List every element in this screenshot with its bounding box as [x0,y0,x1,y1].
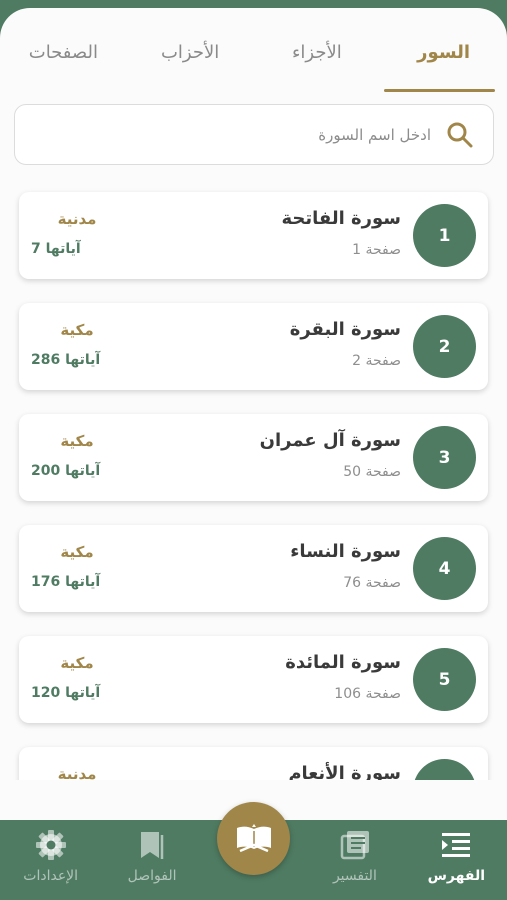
tab-bar: السور الأجزاء الأحزاب الصفحات [0,8,507,94]
nav-index[interactable]: الفهرس [406,820,507,900]
search-box [14,104,494,165]
surah-name: سورة آل عمران [259,430,401,451]
surah-page: صفحة 106 [334,686,401,702]
tab-surahs[interactable]: السور [380,8,507,94]
surah-ayat-count: آياتها 200 [31,463,101,479]
surah-revelation-type: مكية [60,321,94,339]
surah-revelation-type: مدنية [57,210,97,228]
nav-index-label: الفهرس [427,868,485,884]
surah-ayat-count: آياتها 286 [31,352,101,368]
surah-number-badge: 2 [413,315,476,378]
tafsir-icon [340,831,369,860]
index-icon [442,833,471,857]
surah-revelation-type: مكية [60,432,94,450]
nav-tafsir[interactable]: التفسير [304,820,405,900]
surah-number-badge: 5 [413,648,476,711]
tab-juz[interactable]: الأجزاء [254,8,381,94]
surah-name: سورة النساء [290,541,401,562]
surah-number-badge: 6 [413,759,476,780]
quran-reader-button[interactable] [217,802,290,875]
surah-card[interactable]: 6 سورة الأنعام مدنية [19,747,488,780]
bookmark-icon [141,832,164,859]
surah-page: صفحة 50 [343,464,401,480]
settings-icon [35,830,66,860]
surah-card[interactable]: 3 سورة آل عمران صفحة 50 مكية آياتها 200 [19,414,488,501]
nav-settings-label: الإعدادات [23,868,79,884]
surah-number-badge: 3 [413,426,476,489]
surah-card[interactable]: 2 سورة البقرة صفحة 2 مكية آياتها 286 [19,303,488,390]
surah-ayat-count: آياتها 7 [31,241,81,257]
nav-settings[interactable]: الإعدادات [0,820,101,900]
surah-name: سورة البقرة [289,319,401,340]
quran-icon [236,823,271,852]
tab-pages[interactable]: الصفحات [0,8,127,94]
main-sheet: السور الأجزاء الأحزاب الصفحات 1 سورة الف… [0,8,507,820]
surah-ayat-count: آياتها 120 [31,685,101,701]
surah-page: صفحة 2 [352,353,401,369]
surah-page: صفحة 1 [352,242,401,258]
surah-card[interactable]: 5 سورة المائدة صفحة 106 مكية آياتها 120 [19,636,488,723]
surah-ayat-count: آياتها 176 [31,574,101,590]
search-icon[interactable] [445,120,475,150]
tab-hizb[interactable]: الأحزاب [127,8,254,94]
surah-name: سورة الأنعام [288,763,401,780]
nav-bookmarks[interactable]: الفواصل [101,820,202,900]
surah-revelation-type: مدنية [57,765,97,780]
surah-list: 1 سورة الفاتحة صفحة 1 مدنية آياتها 7 2 س… [0,184,507,780]
surah-number-badge: 4 [413,537,476,600]
search-input[interactable] [51,125,431,144]
surah-name: سورة المائدة [285,652,401,673]
surah-card[interactable]: 4 سورة النساء صفحة 76 مكية آياتها 176 [19,525,488,612]
surah-name: سورة الفاتحة [281,208,401,229]
surah-number-badge: 1 [413,204,476,267]
surah-card[interactable]: 1 سورة الفاتحة صفحة 1 مدنية آياتها 7 [19,192,488,279]
nav-bookmarks-label: الفواصل [127,868,177,884]
surah-revelation-type: مكية [60,543,94,561]
nav-tafsir-label: التفسير [332,868,377,884]
surah-page: صفحة 76 [343,575,401,591]
surah-revelation-type: مكية [60,654,94,672]
